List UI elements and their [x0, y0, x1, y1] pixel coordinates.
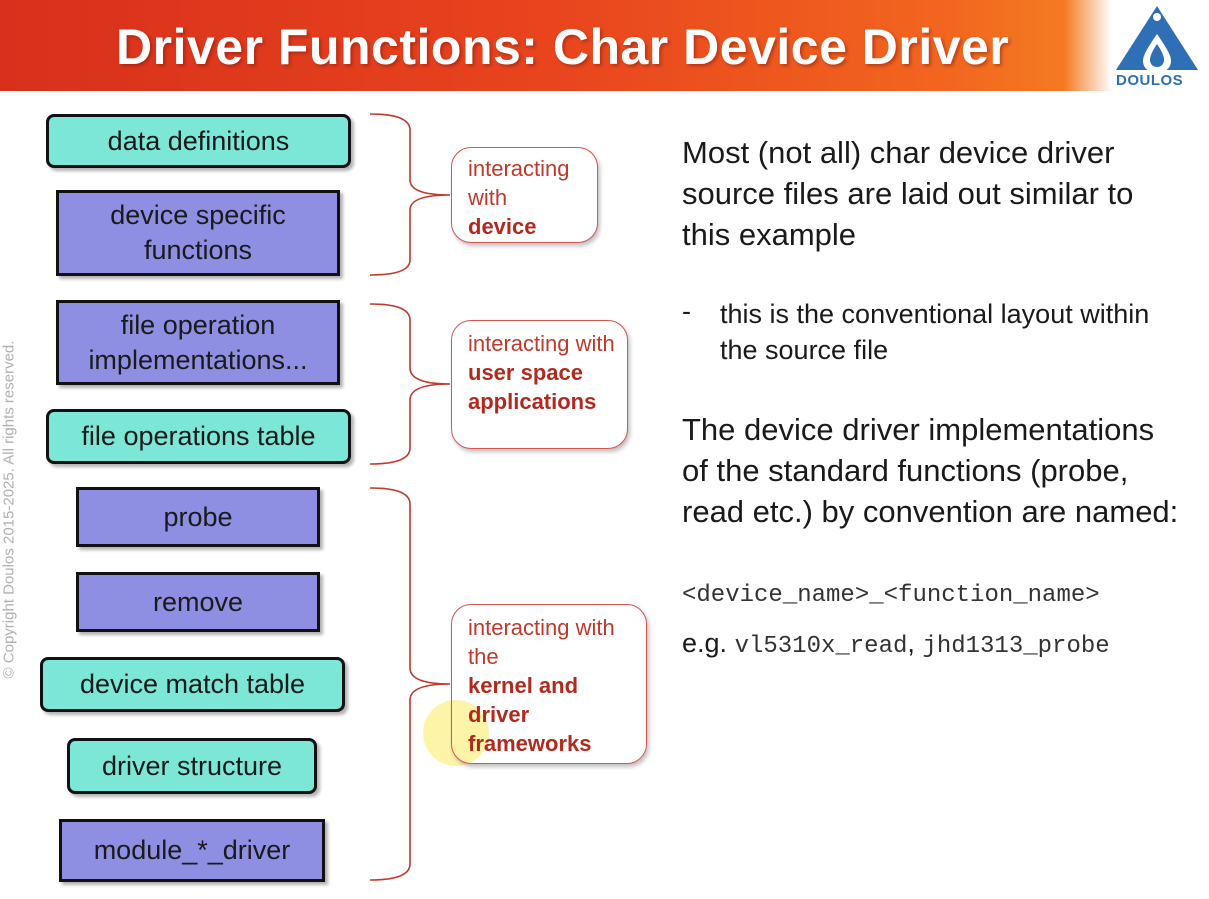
bracket-kernel — [369, 487, 451, 881]
callout-kernel-plain: interacting with the — [468, 615, 615, 669]
eg-example-1: vl5310x_read — [734, 633, 908, 660]
callout-device: interacting with device — [451, 147, 598, 243]
naming-format: <device_name>_<function_name> — [682, 582, 1100, 609]
bracket-user-space — [369, 303, 451, 465]
callout-kernel-bold: kernel and driver frameworks — [468, 673, 592, 756]
naming-text: The device driver implementations of the… — [682, 412, 1179, 529]
callout-user-space-plain: interacting with — [468, 331, 615, 356]
eg-label: e.g. — [682, 628, 728, 658]
callout-user-space: interacting with user space applications — [451, 320, 628, 449]
eg-example-2: jhd1313_probe — [922, 633, 1110, 660]
eg-separator: , — [907, 628, 915, 658]
bullet-text: this is the conventional layout within t… — [720, 299, 1150, 365]
bullet-marker: - — [682, 296, 691, 326]
callout-device-plain: interacting with — [468, 156, 570, 210]
example-line: e.g. vl5310x_read, jhd1313_probe — [682, 628, 1110, 660]
intro-text: Most (not all) char device driver source… — [682, 135, 1134, 252]
callout-user-space-bold: user space applications — [468, 360, 597, 414]
callout-device-bold: device — [468, 214, 537, 239]
callout-kernel: interacting with the kernel and driver f… — [451, 604, 647, 764]
bracket-device — [369, 113, 451, 276]
